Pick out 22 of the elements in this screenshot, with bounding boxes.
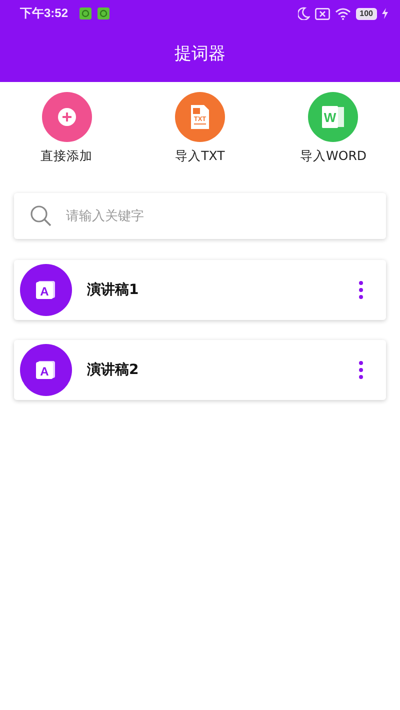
screen-title: 提词器 — [174, 43, 226, 66]
moon-icon — [298, 7, 310, 20]
status-time: 下午3:52 — [20, 5, 68, 22]
import-action[interactable]: W 导入WORD — [278, 92, 388, 165]
search-icon — [30, 205, 52, 227]
script-card[interactable]: A 演讲稿2 — [14, 340, 386, 400]
document-icon: A — [20, 344, 72, 396]
wifi-icon — [334, 8, 351, 20]
battery-indicator: 100 — [356, 8, 377, 20]
word-document-icon: W — [308, 92, 358, 142]
notification-icon — [97, 7, 110, 20]
script-card[interactable]: A 演讲稿1 — [14, 260, 386, 320]
document-icon: A — [20, 264, 72, 316]
more-icon[interactable] — [359, 361, 363, 379]
more-icon[interactable] — [359, 281, 363, 299]
search-field[interactable]: 请输入关键字 — [66, 208, 370, 224]
import-action[interactable]: 直接添加 — [12, 92, 122, 165]
script-title: 演讲稿2 — [87, 361, 139, 379]
no-sim-icon — [314, 8, 330, 20]
script-title: 演讲稿1 — [87, 281, 139, 299]
notification-icon — [79, 7, 92, 20]
charging-icon — [382, 8, 388, 19]
